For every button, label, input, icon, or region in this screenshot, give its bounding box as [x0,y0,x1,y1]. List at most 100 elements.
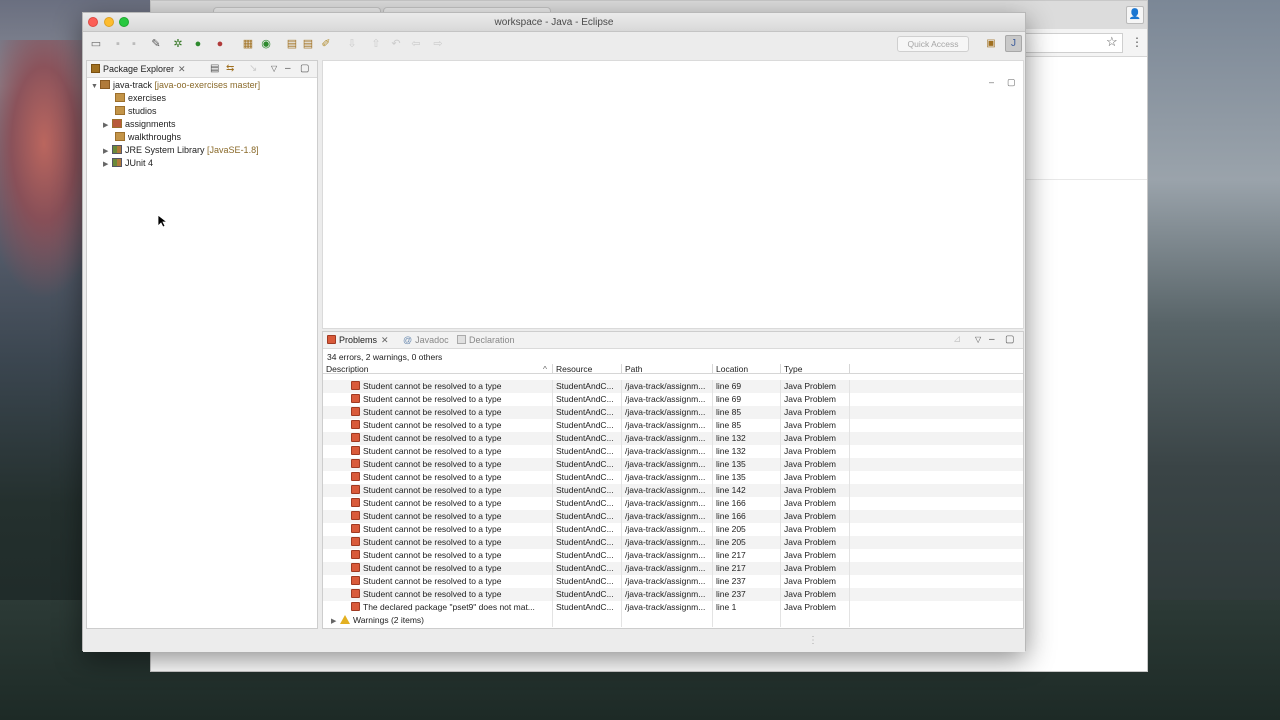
table-row[interactable]: Student cannot be resolved to a type Stud… [323,471,1023,484]
filter-icon[interactable]: ⊿ [953,334,961,345]
table-cell-resource: StudentAndC... [553,445,622,458]
table-cell-path: /java-track/assignm... [622,536,713,549]
table-cell-path: /java-track/assignm... [622,575,713,588]
link-with-editor-icon[interactable]: ⇆ [226,63,234,74]
tree-item-junit-4[interactable]: ▶ JUnit 4 [103,157,153,170]
table-cell-description: Student cannot be resolved to a type [323,471,553,484]
table-row[interactable]: Student cannot be resolved to a type Stud… [323,484,1023,497]
cell-text: /java-track/assignm... [625,576,706,586]
table-row[interactable]: Student cannot be resolved to a type Stud… [323,432,1023,445]
tree-item-exercises[interactable]: exercises [115,92,166,105]
collapse-all-icon[interactable]: ▤ [210,63,219,74]
problems-icon [327,335,336,344]
table-row[interactable]: Student cannot be resolved to a type Stud… [323,419,1023,432]
quick-access-input[interactable]: Quick Access [897,36,969,52]
column-path[interactable]: Path [622,364,713,374]
close-icon[interactable]: ✕ [381,335,389,345]
maximize-icon[interactable]: ▢ [1005,334,1014,345]
column-location[interactable]: Location [713,364,781,374]
table-row[interactable]: Student cannot be resolved to a type Stud… [323,458,1023,471]
column-type[interactable]: Type [781,364,850,374]
table-row[interactable]: Student cannot be resolved to a type Stud… [323,380,1023,393]
back-icon[interactable]: ⇦ [409,37,423,51]
forward-icon[interactable]: ⇨ [431,37,445,51]
table-row[interactable]: Student cannot be resolved to a type Stud… [323,523,1023,536]
package-explorer-icon [91,64,100,73]
search-icon[interactable]: ✐ [319,37,333,51]
new-java-project-icon[interactable]: ▦ [241,37,255,51]
column-resource[interactable]: Resource [553,364,622,374]
tree-item-studios[interactable]: studios [115,105,157,118]
browser-menu-icon[interactable]: ⋮ [1131,35,1143,49]
table-cell-type: Java Problem [781,432,850,445]
table-cell-location: line 205 [713,523,781,536]
next-annotation-icon[interactable]: ⇩ [345,37,359,51]
table-row[interactable]: Student cannot be resolved to a type Stud… [323,393,1023,406]
last-edit-icon[interactable]: ↶ [389,37,403,51]
bookmark-star-icon[interactable]: ☆ [1106,34,1118,50]
profile-icon[interactable]: 👤 [1126,6,1144,24]
cell-text: Student cannot be resolved to a type [363,537,502,547]
open-perspective-icon[interactable]: ▣ [984,37,998,51]
minimize-icon[interactable]: – [285,63,291,74]
table-row[interactable]: Student cannot be resolved to a type Stud… [323,562,1023,575]
save-all-icon[interactable]: ▪ [127,37,141,51]
tree-item-assignments[interactable]: ▶ assignments [103,118,176,131]
table-row[interactable]: Student cannot be resolved to a type Stud… [323,445,1023,458]
run-icon[interactable]: ● [191,37,205,51]
table-row[interactable]: Student cannot be resolved to a type Stud… [323,549,1023,562]
expand-arrow-icon[interactable]: ▼ [91,80,100,93]
view-menu-icon[interactable]: ▽ [975,335,981,344]
toggle-breakpoint-icon[interactable]: ✎ [149,37,163,51]
collapse-arrow-icon[interactable]: ▶ [103,119,112,132]
table-cell-type: Java Problem [781,549,850,562]
tree-item-java-track[interactable]: ▼ java-track [java-oo-exercises master] [91,79,260,92]
editor-minimize-icon[interactable]: – [989,77,994,87]
maximize-icon[interactable]: ▢ [300,63,309,74]
table-row[interactable]: Student cannot be resolved to a type Stud… [323,536,1023,549]
focus-icon[interactable]: ↘ [249,63,257,74]
table-row[interactable]: Student cannot be resolved to a type Stud… [323,575,1023,588]
window-titlebar[interactable]: workspace - Java - Eclipse [83,13,1025,32]
table-row[interactable]: The declared package "pset9" does not ma… [323,601,1023,614]
error-icon [351,576,360,585]
tab-declaration[interactable]: Declaration [457,335,515,345]
declaration-icon [457,335,466,344]
tab-package-explorer[interactable]: Package Explorer ✕ [91,64,186,75]
collapse-arrow-icon[interactable]: ▶ [103,158,112,171]
problems-table-body[interactable]: Student cannot be resolved to a type Stud… [323,374,1023,627]
view-menu-icon[interactable]: ▽ [271,64,277,73]
minimize-icon[interactable]: – [989,334,995,345]
cell-text: Java Problem [784,511,836,521]
table-cell-type: Java Problem [781,380,850,393]
tab-problems[interactable]: Problems ✕ [327,335,389,346]
tree-item-walkthroughs[interactable]: walkthroughs [115,131,181,144]
cell-text: Student cannot be resolved to a type [363,433,502,443]
editor-maximize-icon[interactable]: ▢ [1007,77,1016,88]
warnings-group-row[interactable]: ▶ Warnings (2 items) [323,614,1023,627]
previous-annotation-icon[interactable]: ⇧ [369,37,383,51]
debug-icon[interactable]: ✲ [171,37,185,51]
new-class-icon[interactable]: ◉ [259,37,273,51]
open-folder-icon[interactable]: ▤ [301,37,315,51]
table-row[interactable]: Student cannot be resolved to a type Stud… [323,588,1023,601]
column-description[interactable]: Description ^ [323,364,553,374]
table-row[interactable]: Student cannot be resolved to a type Stud… [323,510,1023,523]
save-icon[interactable]: ▪ [111,37,125,51]
new-icon[interactable]: ▭ [89,37,103,51]
expand-arrow-icon[interactable]: ▶ [331,615,340,627]
tab-javadoc[interactable]: @ Javadoc [403,335,449,345]
tree-item-jre-system-library[interactable]: ▶ JRE System Library [JavaSE-1.8] [103,144,259,157]
table-row[interactable]: Student cannot be resolved to a type Stud… [323,497,1023,510]
external-tools-icon[interactable]: ● [213,37,227,51]
editor-area[interactable]: – ▢ [322,60,1024,329]
cell-text: /java-track/assignm... [625,602,706,612]
status-bar: ⋮ [83,632,1025,652]
cell-text: Student cannot be resolved to a type [363,498,502,508]
open-type-icon[interactable]: ▤ [285,37,299,51]
table-row[interactable]: Student cannot be resolved to a type Stud… [323,406,1023,419]
cell-text: Java Problem [784,459,836,469]
java-perspective-icon[interactable]: J [1005,35,1022,52]
close-icon[interactable]: ✕ [178,64,186,74]
cell-text: Java Problem [784,446,836,456]
